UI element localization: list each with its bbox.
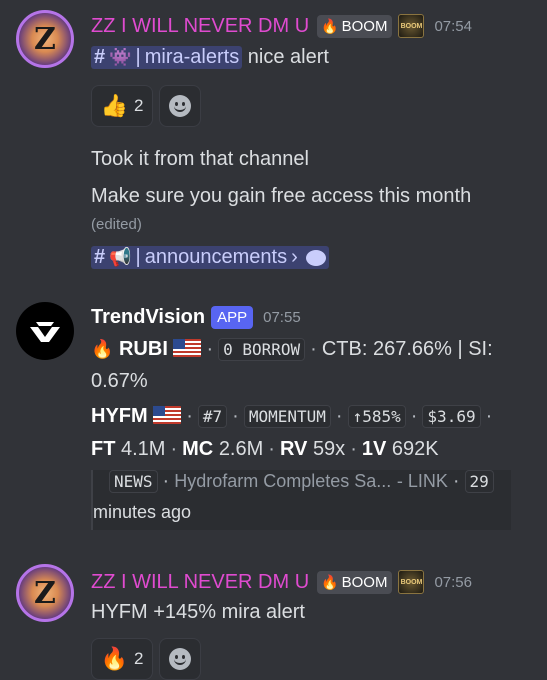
momentum-code: MOMENTUM — [243, 405, 331, 428]
si-value: 0.67% — [91, 370, 148, 392]
fire-icon: 🔥 — [321, 573, 339, 590]
news-line: NEWS · Hydrofarm Completes Sa... - LINK · 29 — [109, 470, 494, 493]
guild-tag-label: BOOM — [341, 17, 388, 35]
boom-badge-icon: BOOM — [398, 14, 425, 38]
message-text: HYFM +145% mira alert — [91, 601, 305, 623]
avatar[interactable] — [16, 302, 74, 360]
change-code: ↑585% — [347, 405, 406, 428]
reactions-bar: 👍 2 — [91, 85, 201, 127]
reaction-count: 2 — [133, 96, 144, 115]
ft-label: FT — [91, 438, 116, 460]
price-code: $3.69 — [422, 405, 481, 428]
username[interactable]: ZZ I WILL NEVER DM U — [91, 15, 309, 38]
mc-value: 2.6M — [218, 438, 264, 460]
ctb-text: CTB: 267.66% | SI: — [321, 338, 493, 360]
ticker[interactable]: HYFM — [91, 405, 148, 427]
alien-icon: 👾 — [109, 47, 132, 67]
news-headline: Hydrofarm Completes Sa... — [174, 471, 392, 491]
timestamp[interactable]: 07:55 — [263, 309, 301, 326]
guild-tag[interactable]: 🔥 BOOM — [317, 14, 393, 38]
us-flag-icon — [173, 339, 202, 357]
rubi-label: RUBI — [118, 338, 168, 360]
v-value: 692K — [391, 438, 439, 460]
guild-tag-label: BOOM — [341, 573, 388, 591]
megaphone-icon: 📢 — [109, 247, 132, 267]
hash-icon: # — [94, 246, 106, 268]
chevron-right-icon: › — [291, 246, 298, 268]
trendvision-logo-icon — [30, 322, 60, 342]
smiley-icon — [169, 95, 191, 117]
guild-tag[interactable]: 🔥 BOOM — [317, 570, 393, 594]
v-label: 1V — [361, 438, 387, 460]
news-age-number: 29 — [464, 470, 494, 493]
avatar-logo-icon: Z — [34, 21, 56, 57]
message-header: ZZ I WILL NEVER DM U 🔥 BOOM BOOM 07:56 — [91, 570, 472, 594]
news-age-text: minutes ago — [93, 502, 192, 522]
fire-icon: 🔥 — [321, 17, 339, 34]
separator-icon: | — [135, 46, 141, 68]
message-content: # 👾 | mira-alerts nice alert — [91, 46, 329, 69]
news-quote: NEWS · Hydrofarm Completes Sa... - LINK · 29… — [91, 470, 511, 530]
smiley-icon — [169, 648, 191, 670]
channel-name: mira-alerts — [144, 46, 240, 68]
avatar[interactable]: Z — [16, 10, 74, 68]
boom-badge-icon: BOOM — [398, 570, 425, 594]
rv-label: RV — [279, 438, 308, 460]
rv-value: 59x — [312, 438, 346, 460]
reaction-thumbs-up[interactable]: 👍 2 — [91, 85, 153, 127]
borrow-code: 0 BORROW — [218, 338, 306, 361]
channel-mention[interactable]: # 📢 | announcements › — [91, 246, 329, 269]
username[interactable]: TrendVision — [91, 306, 205, 329]
message-line: Took it from that channel — [91, 148, 309, 170]
reaction-count: 2 — [133, 649, 144, 668]
news-code: NEWS — [109, 470, 158, 493]
message-content: 🔥 RUBI · 0 BORROW · CTB: 267.66% | SI: — [91, 338, 493, 361]
app-badge: APP — [211, 306, 254, 329]
mc-label: MC — [182, 438, 214, 460]
message-header: TrendVision APP 07:55 — [91, 306, 301, 329]
us-flag-icon — [153, 406, 182, 424]
thread-bubble-icon — [305, 249, 326, 266]
channel-mention[interactable]: # 👾 | mira-alerts — [91, 46, 243, 69]
add-reaction-button[interactable] — [159, 85, 201, 127]
news-link[interactable]: LINK — [408, 471, 448, 491]
reaction-fire[interactable]: 🔥 2 — [91, 638, 153, 680]
reactions-bar: 🔥 2 — [91, 638, 201, 680]
timestamp[interactable]: 07:54 — [434, 18, 472, 35]
fire-icon: 🔥 — [100, 646, 128, 671]
rank-code: #7 — [197, 405, 228, 428]
username[interactable]: ZZ I WILL NEVER DM U — [91, 571, 309, 594]
message-content: # 📢 | announcements › — [91, 246, 329, 269]
avatar[interactable]: Z — [16, 564, 74, 622]
message-header: ZZ I WILL NEVER DM U 🔥 BOOM BOOM 07:54 — [91, 14, 472, 38]
message-line: Make sure you gain free access this mont… — [91, 185, 472, 207]
ft-value: 4.1M — [121, 438, 166, 460]
separator-icon: | — [135, 246, 141, 268]
hash-icon: # — [94, 46, 106, 68]
timestamp[interactable]: 07:56 — [434, 574, 472, 591]
avatar-logo-icon: Z — [34, 575, 56, 611]
stats-line: FT 4.1M · MC 2.6M · RV 59x · 1V 692K — [91, 438, 439, 460]
thumbs-up-icon: 👍 — [100, 93, 128, 118]
ticker-line: HYFM · #7 · MOMENTUM · ↑585% · $3.69 · — [91, 405, 493, 428]
message-text: nice alert — [242, 46, 329, 68]
fire-icon: 🔥 — [91, 339, 114, 359]
channel-name: announcements — [144, 246, 288, 268]
add-reaction-button[interactable] — [159, 638, 201, 680]
edited-label: (edited) — [91, 216, 142, 233]
